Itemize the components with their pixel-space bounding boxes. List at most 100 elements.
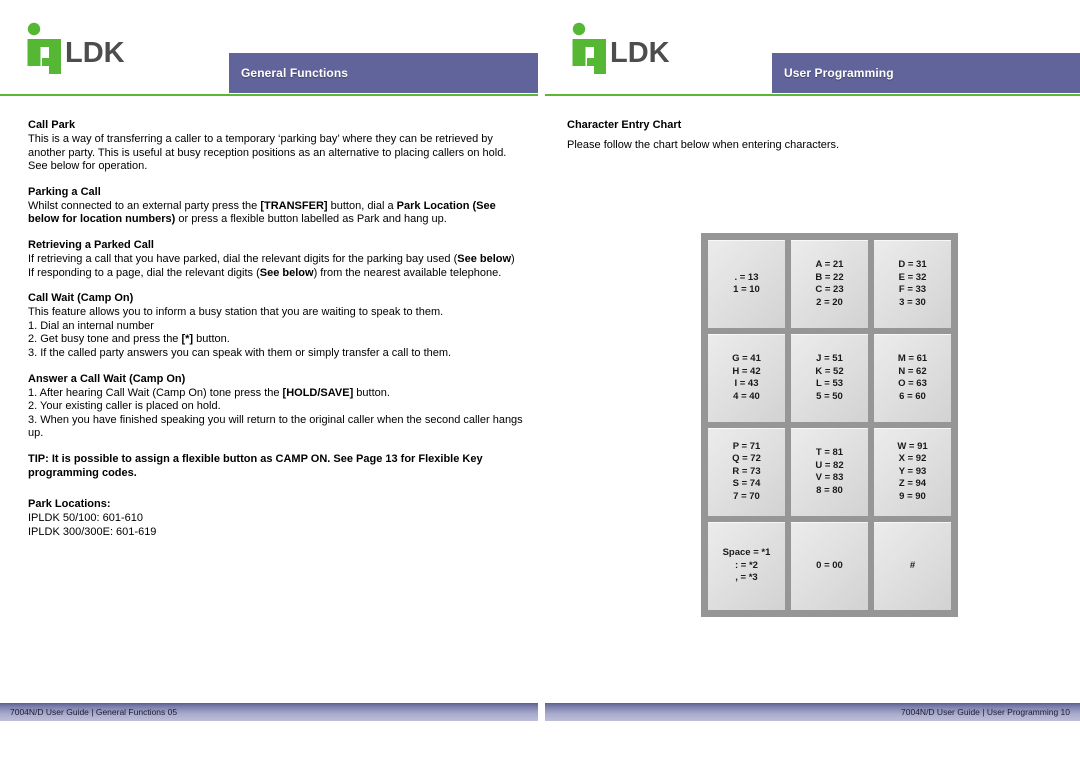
document-spread: LDK General Functions Call Park This is … — [0, 0, 1080, 763]
section-answer-a-call-wait-camp-on: Answer a Call Wait (Camp On) 1. After he… — [28, 372, 524, 441]
character-mapping: G = 41 — [732, 353, 761, 364]
character-mapping: R = 73 — [732, 465, 761, 477]
chart-intro: Please follow the chart below when enter… — [567, 139, 840, 151]
character-mapping: D = 31 — [898, 259, 927, 270]
page-title-bar-left: General Functions — [229, 53, 538, 93]
character-mapping: O = 63 — [898, 378, 927, 389]
character-grid-cell: . = 13 1 = 10 — [708, 240, 785, 328]
ipldk-logo: LDK — [563, 18, 743, 74]
character-mapping: X = 92 — [898, 453, 927, 465]
character-mapping: A = 21 — [815, 259, 844, 270]
section-body: This is a way of transferring a caller t… — [28, 133, 507, 173]
character-mapping: W = 91 — [897, 440, 928, 452]
page-gutter — [538, 0, 545, 763]
character-mapping: B = 22 — [815, 271, 844, 283]
footer-text-left: 7004N/D User Guide | General Functions 0… — [10, 707, 178, 717]
ipldk-logo: LDK — [18, 18, 198, 74]
character-grid: . = 13 1 = 10 A = 21 B = 22 C = 23 2 = 20 D = … — [701, 233, 958, 617]
character-mapping: H = 42 — [732, 365, 761, 377]
character-grid-cell: M = 61 N = 62 O = 63 6 = 60 — [874, 334, 951, 422]
footer-text-right: 7004N/D User Guide | User Programming 10 — [901, 707, 1070, 717]
character-mapping: P = 71 — [732, 440, 761, 452]
character-mapping: 5 = 50 — [816, 390, 843, 402]
section-body: If retrieving a call that you have parke… — [28, 252, 515, 279]
page-footer-left: 7004N/D User Guide | General Functions 0… — [0, 703, 538, 721]
character-mapping: N = 62 — [898, 365, 927, 377]
character-mapping: 8 = 80 — [816, 484, 843, 496]
character-mapping: J = 51 — [816, 353, 843, 364]
section-call-park: Call Park This is a way of transferring … — [28, 118, 524, 174]
section-body: This feature allows you to inform a busy… — [28, 306, 452, 359]
park-locations-block: Park Locations: IPLDK 50/100: 601-610 IP… — [28, 497, 524, 539]
page-footer-right: 7004N/D User Guide | User Programming 10 — [545, 703, 1080, 721]
character-grid-cell: J = 51 K = 52 L = 53 5 = 50 — [791, 334, 868, 422]
character-grid-cell: Space = *1: = *2, = *3 — [708, 522, 785, 610]
section-heading: Parking a Call — [28, 185, 101, 198]
section-body: 1. After hearing Call Wait (Camp On) ton… — [28, 386, 523, 440]
page-header-right: LDK User Programming — [545, 0, 1080, 96]
character-entry-chart: . = 13 1 = 10 A = 21 B = 22 C = 23 2 = 20 D = … — [701, 233, 958, 617]
tip-block: TIP: It is possible to assign a flexible… — [28, 452, 524, 480]
character-mapping: I = 43 — [734, 378, 759, 389]
character-mapping: U = 82 — [815, 459, 844, 471]
character-mapping: : = *2 — [735, 559, 758, 571]
header-green-rule-left — [0, 94, 538, 96]
character-grid-cell: # — [874, 522, 951, 610]
character-mapping: T = 81 — [815, 447, 844, 458]
character-mapping: Q = 72 — [732, 453, 761, 465]
section-heading: Call Wait (Camp On) — [28, 292, 134, 305]
tip-text: TIP: It is possible to assign a flexible… — [28, 452, 483, 479]
page-title-right: User Programming — [784, 66, 894, 80]
character-mapping: C = 23 — [815, 284, 844, 295]
header-green-rule-right — [545, 94, 1080, 96]
character-mapping: 9 = 90 — [899, 490, 926, 502]
character-grid-cell: 0 = 00 — [791, 522, 868, 610]
character-grid-cell: G = 41 H = 42 I = 43 4 = 40 — [708, 334, 785, 422]
page-header-left: LDK General Functions — [0, 0, 538, 96]
section-parking-a-call: Parking a Call Whilst connected to an ex… — [28, 185, 524, 227]
character-mapping: L = 53 — [815, 378, 844, 389]
character-mapping: E = 32 — [898, 271, 927, 283]
character-mapping: 0 = 00 — [816, 559, 843, 571]
section-call-wait-camp-on: Call Wait (Camp On) This feature allows … — [28, 291, 524, 360]
character-grid-cell: T = 81 U = 82 V = 83 8 = 80 — [791, 428, 868, 516]
character-grid-cell: D = 31 E = 32 F = 33 3 = 30 — [874, 240, 951, 328]
character-mapping: V = 83 — [815, 472, 844, 483]
page-content-left: Call Park This is a way of transferring … — [28, 118, 524, 539]
character-mapping: K = 52 — [815, 365, 844, 377]
page-content-right: Character Entry Chart Please follow the … — [567, 118, 1066, 617]
character-mapping: , = *3 — [735, 572, 758, 584]
character-mapping: Space = *1 — [722, 547, 771, 559]
character-mapping: Z = 94 — [898, 478, 927, 490]
character-mapping: M = 61 — [897, 353, 928, 364]
page-title-left: General Functions — [241, 66, 349, 80]
character-mapping: 3 = 30 — [899, 296, 926, 308]
character-grid-cell: W = 91 X = 92 Y = 93 Z = 94 9 = 90 — [874, 428, 951, 516]
section-heading: Answer a Call Wait (Camp On) — [28, 372, 186, 385]
character-mapping: # — [909, 559, 916, 571]
page-general-functions: LDK General Functions Call Park This is … — [0, 0, 538, 763]
park-location-line: IPLDK 50/100: 601-610 — [28, 511, 143, 524]
character-grid-cell: A = 21 B = 22 C = 23 2 = 20 — [791, 240, 868, 328]
section-body: Whilst connected to an external party pr… — [28, 199, 496, 226]
character-mapping: 7 = 70 — [733, 490, 760, 502]
character-grid-cell: P = 71 Q = 72 R = 73 S = 74 7 = 70 — [708, 428, 785, 516]
character-mapping: 6 = 60 — [899, 390, 926, 402]
character-mapping: Y = 93 — [898, 465, 927, 477]
character-mapping: . = 13 — [734, 271, 759, 283]
svg-text:LDK: LDK — [610, 37, 670, 69]
page-title-bar-right: User Programming — [772, 53, 1080, 93]
section-heading: Retrieving a Parked Call — [28, 238, 154, 251]
park-locations-heading: Park Locations: — [28, 497, 111, 510]
chart-heading: Character Entry Chart — [567, 119, 682, 131]
character-mapping: 2 = 20 — [816, 296, 843, 308]
character-mapping: F = 33 — [898, 284, 927, 295]
section-heading: Call Park — [28, 119, 76, 131]
park-location-line: IPLDK 300/300E: 601-619 — [28, 525, 157, 538]
section-character-entry-chart: Character Entry Chart Please follow the … — [567, 118, 1066, 153]
character-mapping: 1 = 10 — [733, 284, 760, 295]
section-retrieving-a-parked-call: Retrieving a Parked Call If retrieving a… — [28, 238, 524, 280]
character-mapping: S = 74 — [732, 478, 761, 490]
svg-text:LDK: LDK — [65, 37, 125, 69]
character-mapping: 4 = 40 — [733, 390, 760, 402]
